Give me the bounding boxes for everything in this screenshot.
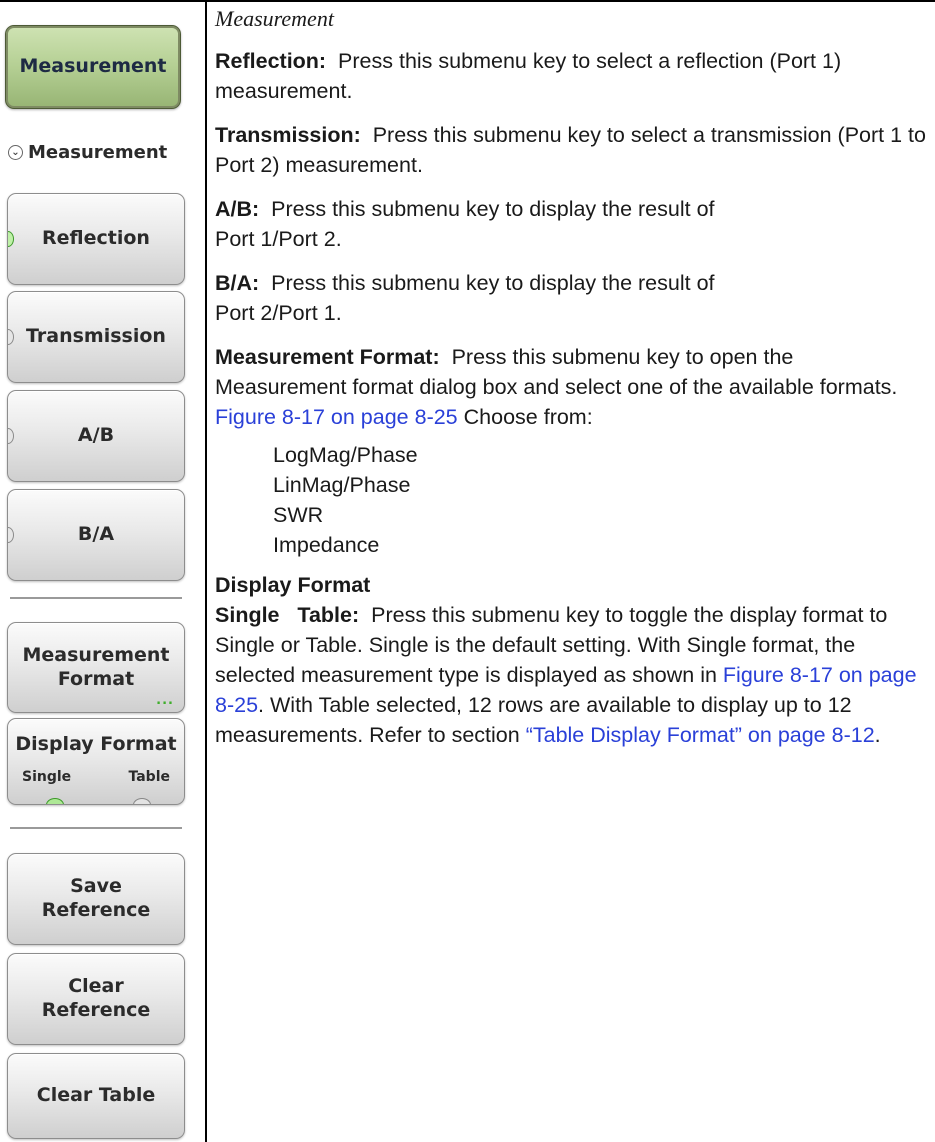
top-rule xyxy=(0,0,935,2)
chevron-down-icon: ⌄ xyxy=(8,145,23,160)
display-format-heading: Display Format xyxy=(215,573,371,597)
transmission-button-label: Transmission xyxy=(26,325,166,348)
save-reference-button[interactable]: Save Reference xyxy=(7,853,185,945)
b-over-a-text-2: Port 2/Port 1. xyxy=(215,301,342,325)
b-over-a-button-label: B/A xyxy=(77,523,115,546)
display-format-toggle[interactable]: Display Format Single Table xyxy=(7,718,185,805)
save-reference-label-line1: Save xyxy=(70,875,122,898)
measurement-main-button[interactable]: Measurement xyxy=(5,25,181,109)
clear-reference-button[interactable]: Clear Reference xyxy=(7,953,185,1045)
more-options-icon: ... xyxy=(156,692,174,708)
b-over-a-term: B/A: xyxy=(215,271,260,295)
display-format-label: Display Format xyxy=(15,732,177,755)
table-indicator-icon xyxy=(133,798,151,804)
reflection-button[interactable]: Reflection xyxy=(7,193,185,285)
format-list: LogMag/Phase LinMag/Phase SWR Impedance xyxy=(273,440,927,560)
a-over-b-description: A/B: Press this submenu key to display t… xyxy=(215,194,927,254)
status-led-icon xyxy=(8,231,14,247)
a-over-b-button[interactable]: A/B xyxy=(7,390,185,482)
a-over-b-button-label: A/B xyxy=(77,424,115,447)
a-over-b-text: Press this submenu key to display the re… xyxy=(271,197,715,221)
menu-title-label: Measurement xyxy=(28,142,168,163)
clear-reference-label-line1: Clear xyxy=(68,975,124,998)
format-list-item: LogMag/Phase xyxy=(273,443,418,467)
b-over-a-text: Press this submenu key to display the re… xyxy=(271,271,715,295)
a-over-b-text-2: Port 1/Port 2. xyxy=(215,227,342,251)
format-list-item: LinMag/Phase xyxy=(273,473,411,497)
clear-reference-label-line2: Reference xyxy=(41,999,151,1021)
b-over-a-description: B/A: Press this submenu key to display t… xyxy=(215,268,927,328)
status-led-icon xyxy=(8,428,14,444)
status-led-icon xyxy=(8,527,14,543)
status-led-icon xyxy=(8,329,14,345)
figure-link[interactable]: Figure 8-17 on page 8-25 xyxy=(215,405,458,429)
measurement-main-button-label: Measurement xyxy=(19,55,167,78)
description-panel: Measurement Reflection: Press this subme… xyxy=(215,4,927,764)
measurement-format-button[interactable]: Measurement Format ... xyxy=(7,622,185,713)
menu-separator xyxy=(10,597,182,599)
transmission-button[interactable]: Transmission xyxy=(7,291,185,383)
display-format-single: Single xyxy=(22,768,72,785)
display-format-options: Single Table xyxy=(8,769,184,787)
measurement-format-label-line2: Format xyxy=(57,667,135,690)
display-format-table: Table xyxy=(128,768,170,785)
clear-table-label: Clear Table xyxy=(36,1084,156,1107)
format-list-item: SWR xyxy=(273,503,324,527)
reflection-description: Reflection: Press this submenu key to se… xyxy=(215,46,927,106)
measurement-format-label-line1: Measurement xyxy=(22,643,170,666)
measurement-format-description: Measurement Format: Press this submenu k… xyxy=(215,342,927,432)
clear-table-button[interactable]: Clear Table xyxy=(7,1053,185,1139)
b-over-a-button[interactable]: B/A xyxy=(7,489,185,581)
reflection-term: Reflection: xyxy=(215,49,327,73)
display-format-term: Single Table: xyxy=(215,603,360,627)
transmission-term: Transmission: xyxy=(215,123,361,147)
column-divider xyxy=(205,0,207,1142)
measurement-format-after: Choose from: xyxy=(463,405,593,429)
single-indicator-icon xyxy=(46,798,64,804)
transmission-description: Transmission: Press this submenu key to … xyxy=(215,120,927,180)
save-reference-label-line2: Reference xyxy=(41,899,151,921)
menu-separator xyxy=(10,827,182,829)
format-list-item: Impedance xyxy=(273,533,380,557)
section-heading: Measurement xyxy=(215,6,334,31)
reflection-button-label: Reflection xyxy=(42,227,150,250)
measurement-format-term: Measurement Format: xyxy=(215,345,440,369)
menu-title: ⌄ Measurement xyxy=(8,142,167,163)
a-over-b-term: A/B: xyxy=(215,197,260,221)
section-link[interactable]: “Table Display Format” on page 8-12 xyxy=(526,723,875,747)
display-format-end: . xyxy=(874,723,881,747)
display-format-description: Display Format Single Table: Press this … xyxy=(215,570,927,750)
